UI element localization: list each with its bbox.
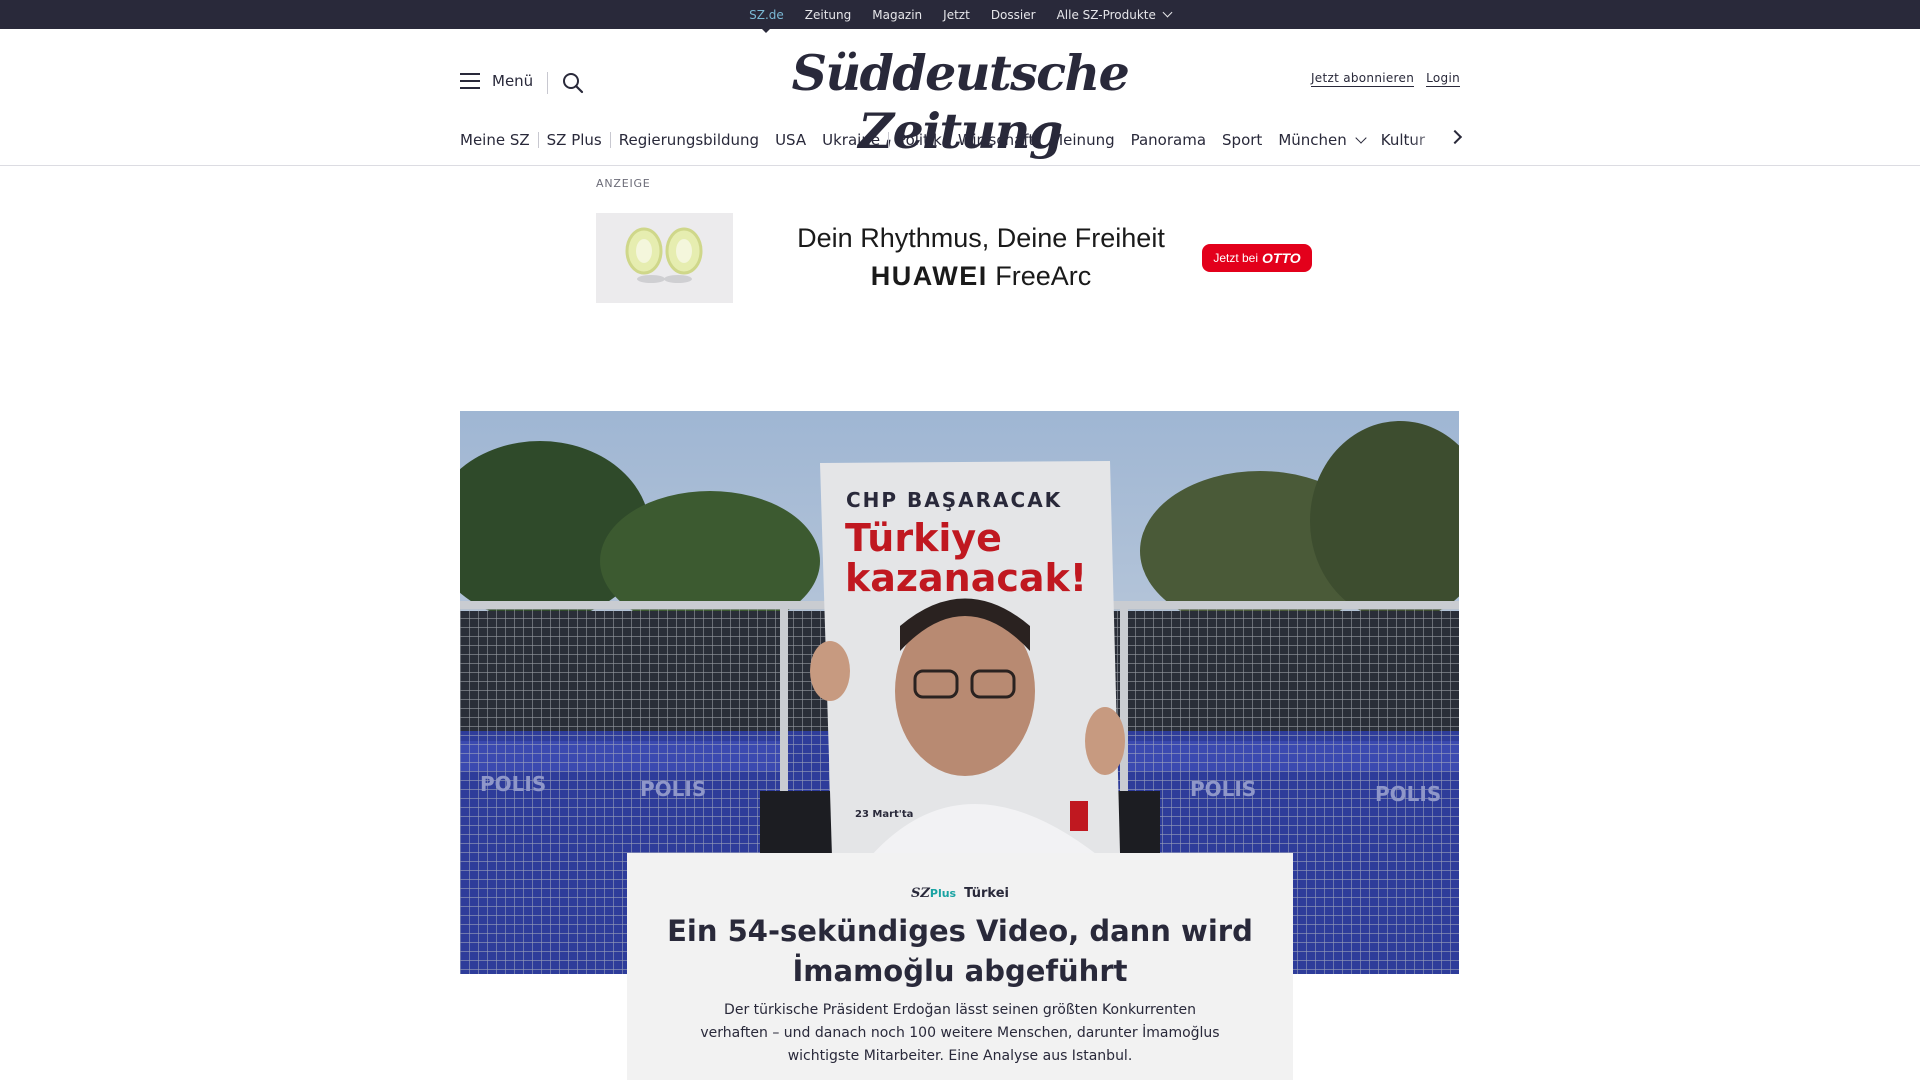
topbar-link-magazin[interactable]: Magazin — [872, 8, 922, 22]
header-rule — [0, 165, 1920, 166]
hamburger-icon — [460, 73, 480, 89]
nav-divider — [609, 132, 611, 148]
polis-label: POLIS — [1375, 782, 1441, 806]
nav-item-politik[interactable]: Politik — [897, 131, 942, 149]
sign-top-text: CHP BAŞARACAK — [846, 488, 1062, 512]
ad-cta-button[interactable]: Jetzt bei OTTO — [1202, 244, 1312, 272]
header-divider — [547, 72, 548, 94]
nav-divider — [537, 132, 539, 148]
ad-brand: HUAWEI — [870, 261, 988, 291]
ad-product: FreeArc — [995, 261, 1092, 291]
sz-plus-badge-sz: SZ — [911, 886, 930, 901]
topbar-link-szde[interactable]: SZ.de — [749, 8, 784, 22]
sz-plus-badge: SZPlus — [911, 886, 956, 901]
topbar-link-alle-produkte-label: Alle SZ-Produkte — [1056, 7, 1156, 22]
main-navigation: Meine SZ SZ Plus Regierungsbildung USA U… — [460, 128, 1441, 152]
nav-item-sport[interactable]: Sport — [1222, 131, 1262, 149]
chevron-down-icon — [1162, 7, 1173, 18]
search-button[interactable] — [561, 71, 585, 95]
sign-line1: Türkiye — [845, 516, 1002, 560]
subscribe-link[interactable]: Jetzt abonnieren — [1310, 71, 1415, 87]
ad-product-image — [596, 213, 733, 303]
nav-item-panorama[interactable]: Panorama — [1131, 131, 1206, 149]
nav-item-sz-plus[interactable]: SZ Plus — [547, 131, 602, 149]
nav-fade — [1410, 120, 1450, 160]
topbar-link-alle-produkte[interactable]: Alle SZ-Produkte — [1056, 7, 1173, 22]
chevron-right-icon[interactable] — [1447, 129, 1463, 145]
topbar-link-zeitung[interactable]: Zeitung — [805, 8, 851, 22]
sz-plus-badge-plus: Plus — [929, 887, 957, 900]
article-kicker-text: Türkei — [964, 886, 1009, 901]
topbar-link-jetzt[interactable]: Jetzt — [943, 8, 970, 22]
nav-item-muenchen-label: München — [1278, 131, 1347, 149]
polis-label: POLIS — [1190, 777, 1256, 801]
nav-item-usa[interactable]: USA — [775, 131, 806, 149]
menu-label: Menü — [492, 72, 534, 90]
login-link[interactable]: Login — [1426, 71, 1460, 87]
polis-label: POLIS — [640, 777, 706, 801]
ad-label: ANZEIGE — [596, 177, 651, 190]
sign-date: 23 Mart'ta — [855, 809, 913, 820]
top-product-bar: SZ.de Zeitung Magazin Jetzt Dossier Alle… — [0, 0, 1920, 29]
article-teaser-card[interactable]: SZPlus Türkei Ein 54-sekündiges Video, d… — [627, 853, 1293, 1080]
sign-line2: kazanacak! — [845, 556, 1087, 600]
article-teaser-text: Der türkische Präsident Erdoğan lässt se… — [700, 1002, 1220, 1064]
ad-headline: Dein Rhythmus, Deine Freiheit — [797, 223, 1165, 253]
nav-item-meine-sz[interactable]: Meine SZ — [460, 131, 530, 149]
ad-product-line: HUAWEI FreeArc — [781, 261, 1181, 292]
polis-label: POLIS — [480, 772, 546, 796]
nav-item-muenchen[interactable]: München — [1278, 131, 1367, 149]
nav-item-meinung[interactable]: Meinung — [1050, 131, 1114, 149]
nav-item-regierungsbildung[interactable]: Regierungsbildung — [619, 131, 759, 149]
advertisement-banner[interactable]: Dein Rhythmus, Deine Freiheit HUAWEI Fre… — [596, 213, 1326, 303]
nav-item-wirtschaft[interactable]: Wirtschaft — [958, 131, 1034, 149]
search-icon — [563, 73, 584, 94]
topbar-link-dossier[interactable]: Dossier — [991, 8, 1036, 22]
nav-item-ukraine[interactable]: Ukraine — [822, 131, 880, 149]
menu-button[interactable]: Menü — [460, 72, 533, 90]
chevron-down-icon — [1355, 131, 1367, 144]
ad-cta-label: Jetzt bei — [1213, 251, 1259, 265]
nav-divider — [888, 132, 890, 148]
article-headline[interactable]: Ein 54-sekündiges Video, dann wird İmamo… — [667, 911, 1253, 991]
ad-cta-brand: OTTO — [1262, 250, 1301, 266]
article-kicker: SZPlus Türkei — [627, 886, 1293, 901]
